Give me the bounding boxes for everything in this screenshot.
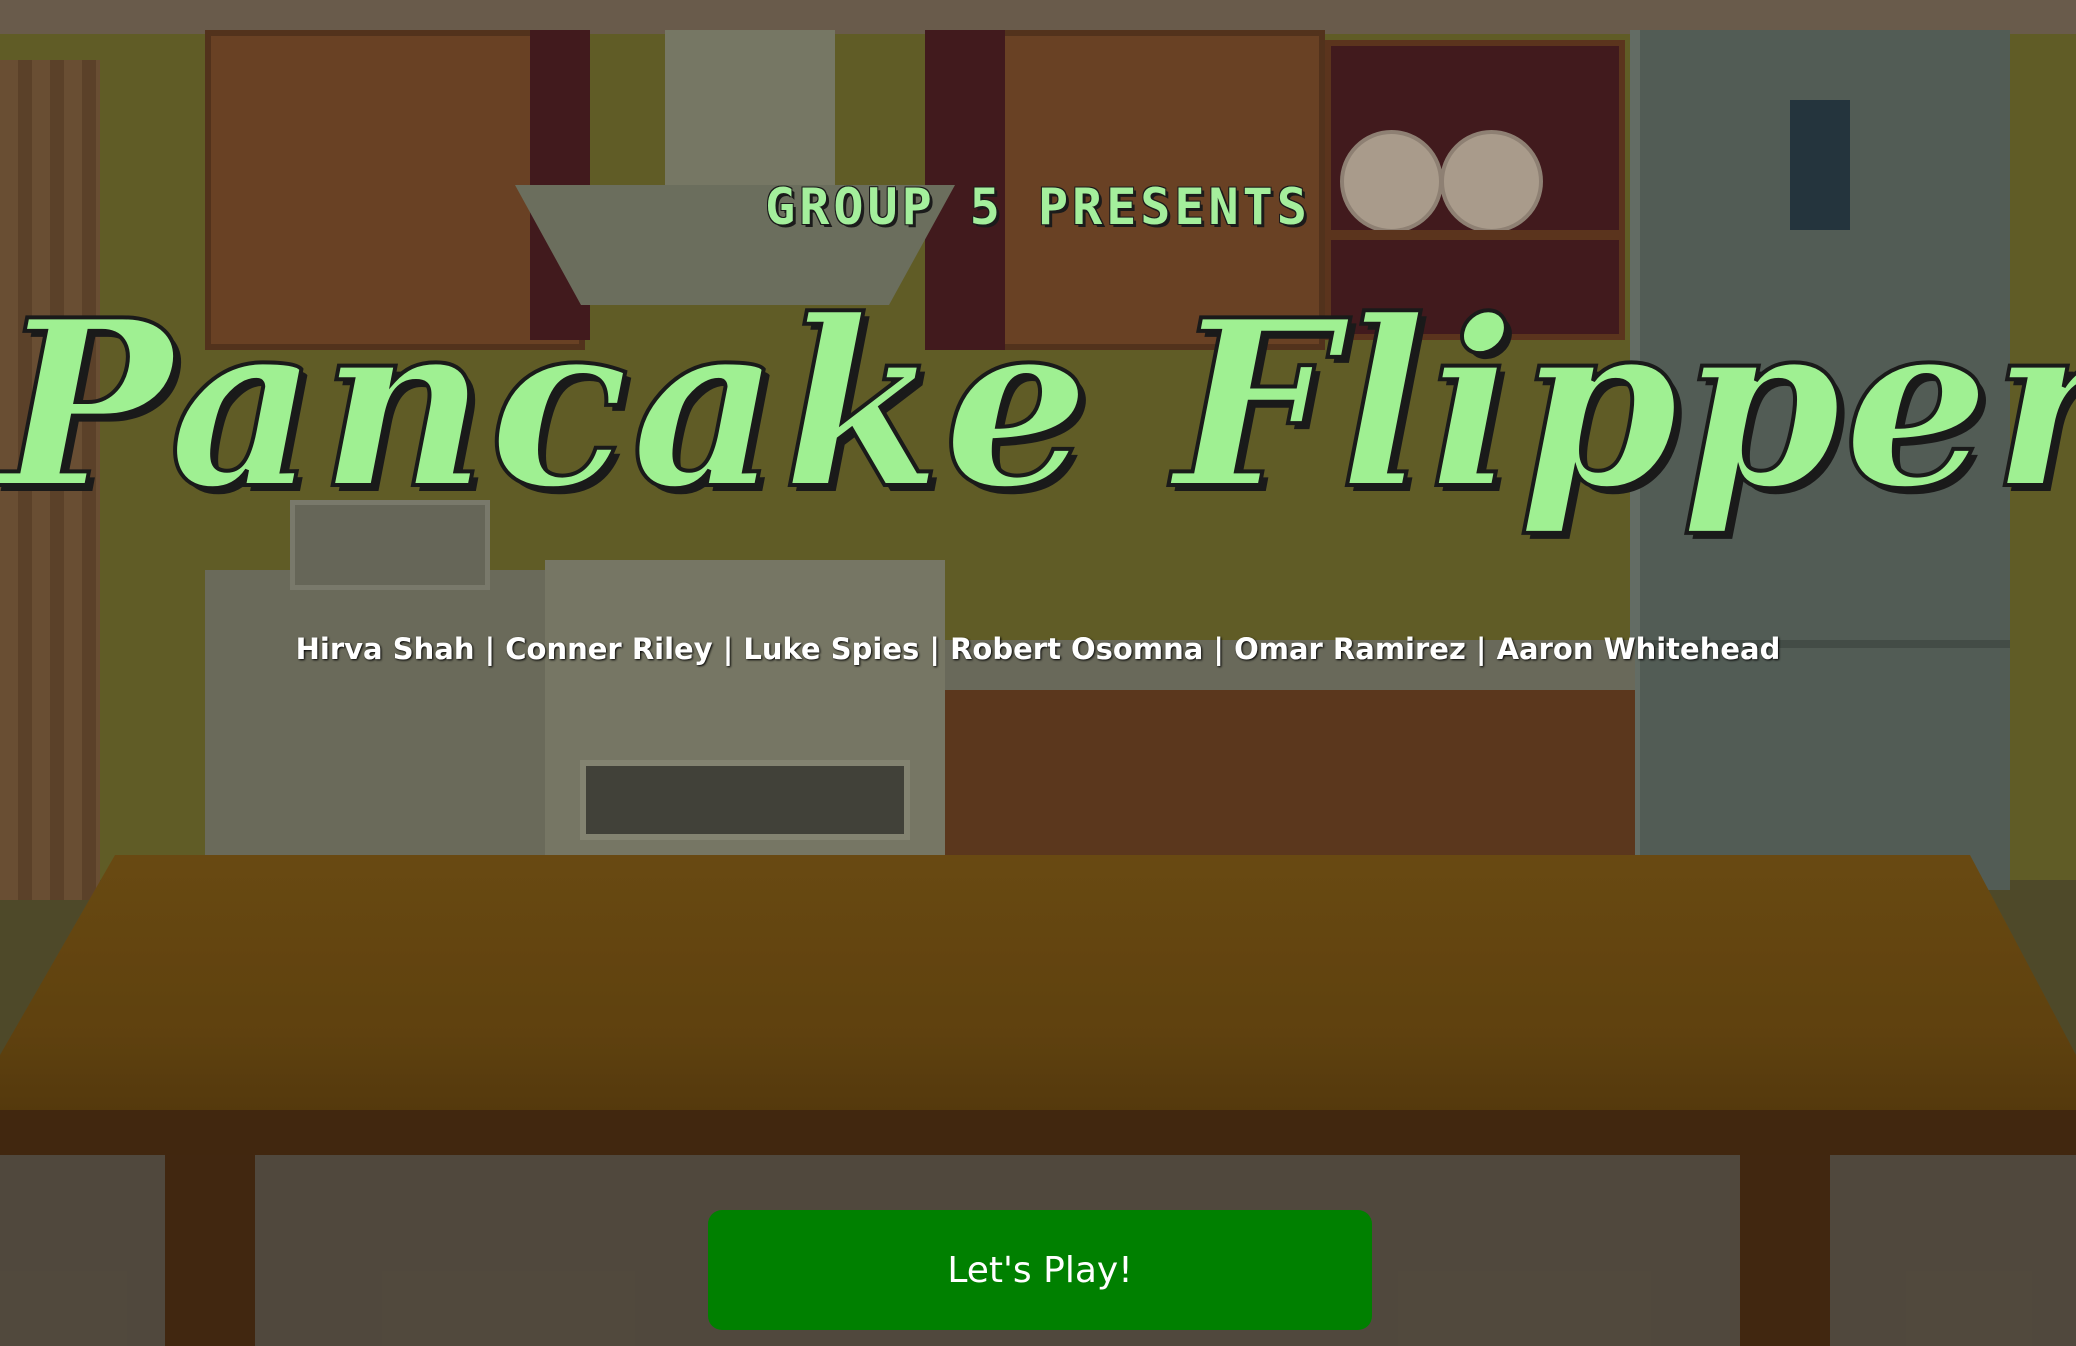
lets-play-button[interactable]: Let's Play!: [708, 1210, 1372, 1330]
group-presents-heading: GROUP 5 PRESENTS: [765, 178, 1311, 236]
team-credits: Hirva Shah | Conner Riley | Luke Spies |…: [295, 632, 1781, 666]
game-title: Pancake Flipper: [0, 268, 2076, 542]
